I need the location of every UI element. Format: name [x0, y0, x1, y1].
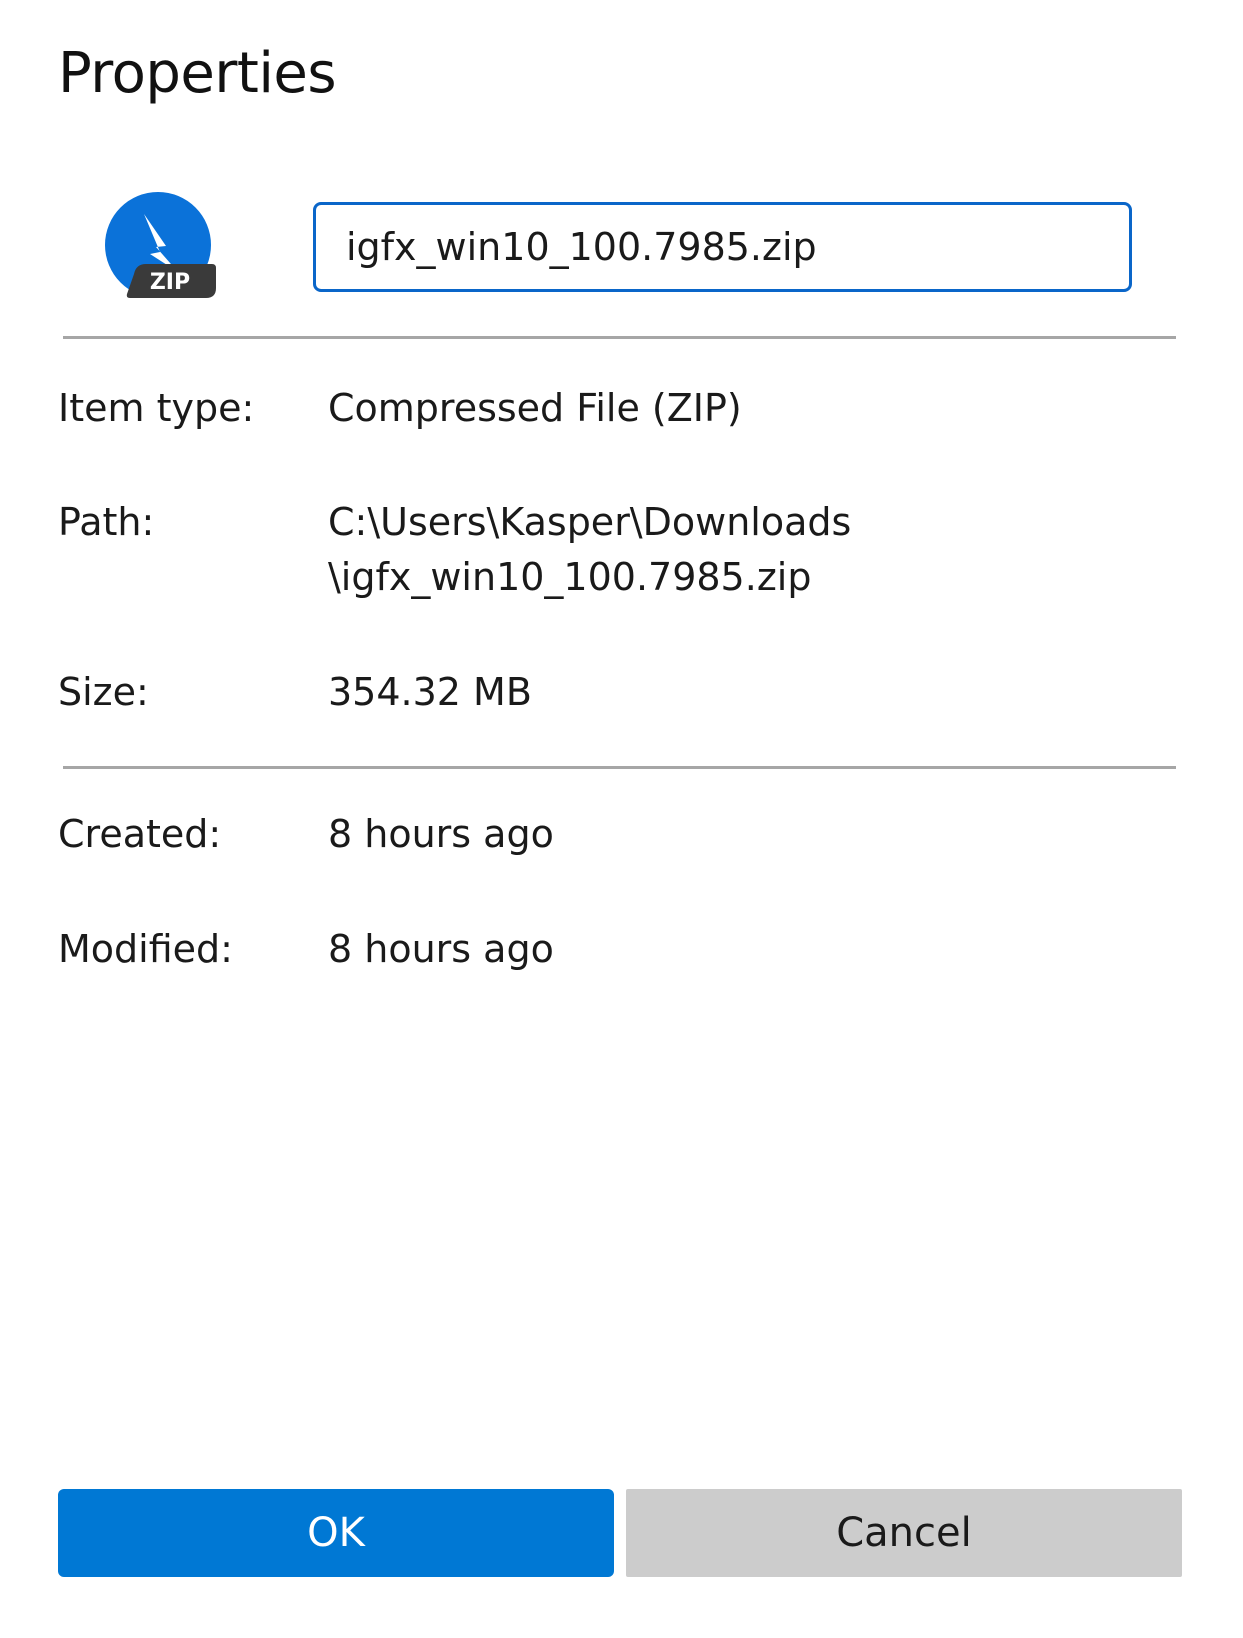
size-value: 354.32 MB: [328, 670, 532, 714]
modified-value: 8 hours ago: [328, 927, 554, 971]
dialog-title: Properties: [58, 41, 337, 106]
divider: [63, 766, 1176, 769]
zip-file-icon: ZIP: [104, 190, 220, 306]
cancel-button[interactable]: Cancel: [626, 1489, 1182, 1577]
item-type-label: Item type:: [58, 386, 255, 430]
created-label: Created:: [58, 812, 222, 856]
path-value: C:\Users\Kasper\Downloads \igfx_win10_10…: [328, 495, 1168, 605]
modified-label: Modified:: [58, 927, 233, 971]
created-value: 8 hours ago: [328, 812, 554, 856]
divider: [63, 336, 1176, 339]
path-value-line1: C:\Users\Kasper\Downloads: [328, 500, 852, 544]
file-name-input[interactable]: [313, 202, 1132, 292]
path-label: Path:: [58, 500, 155, 544]
path-value-line2: \igfx_win10_100.7985.zip: [328, 555, 812, 599]
item-type-value: Compressed File (ZIP): [328, 386, 742, 430]
size-label: Size:: [58, 670, 149, 714]
ok-button[interactable]: OK: [58, 1489, 614, 1577]
zip-badge-text: ZIP: [150, 270, 190, 295]
